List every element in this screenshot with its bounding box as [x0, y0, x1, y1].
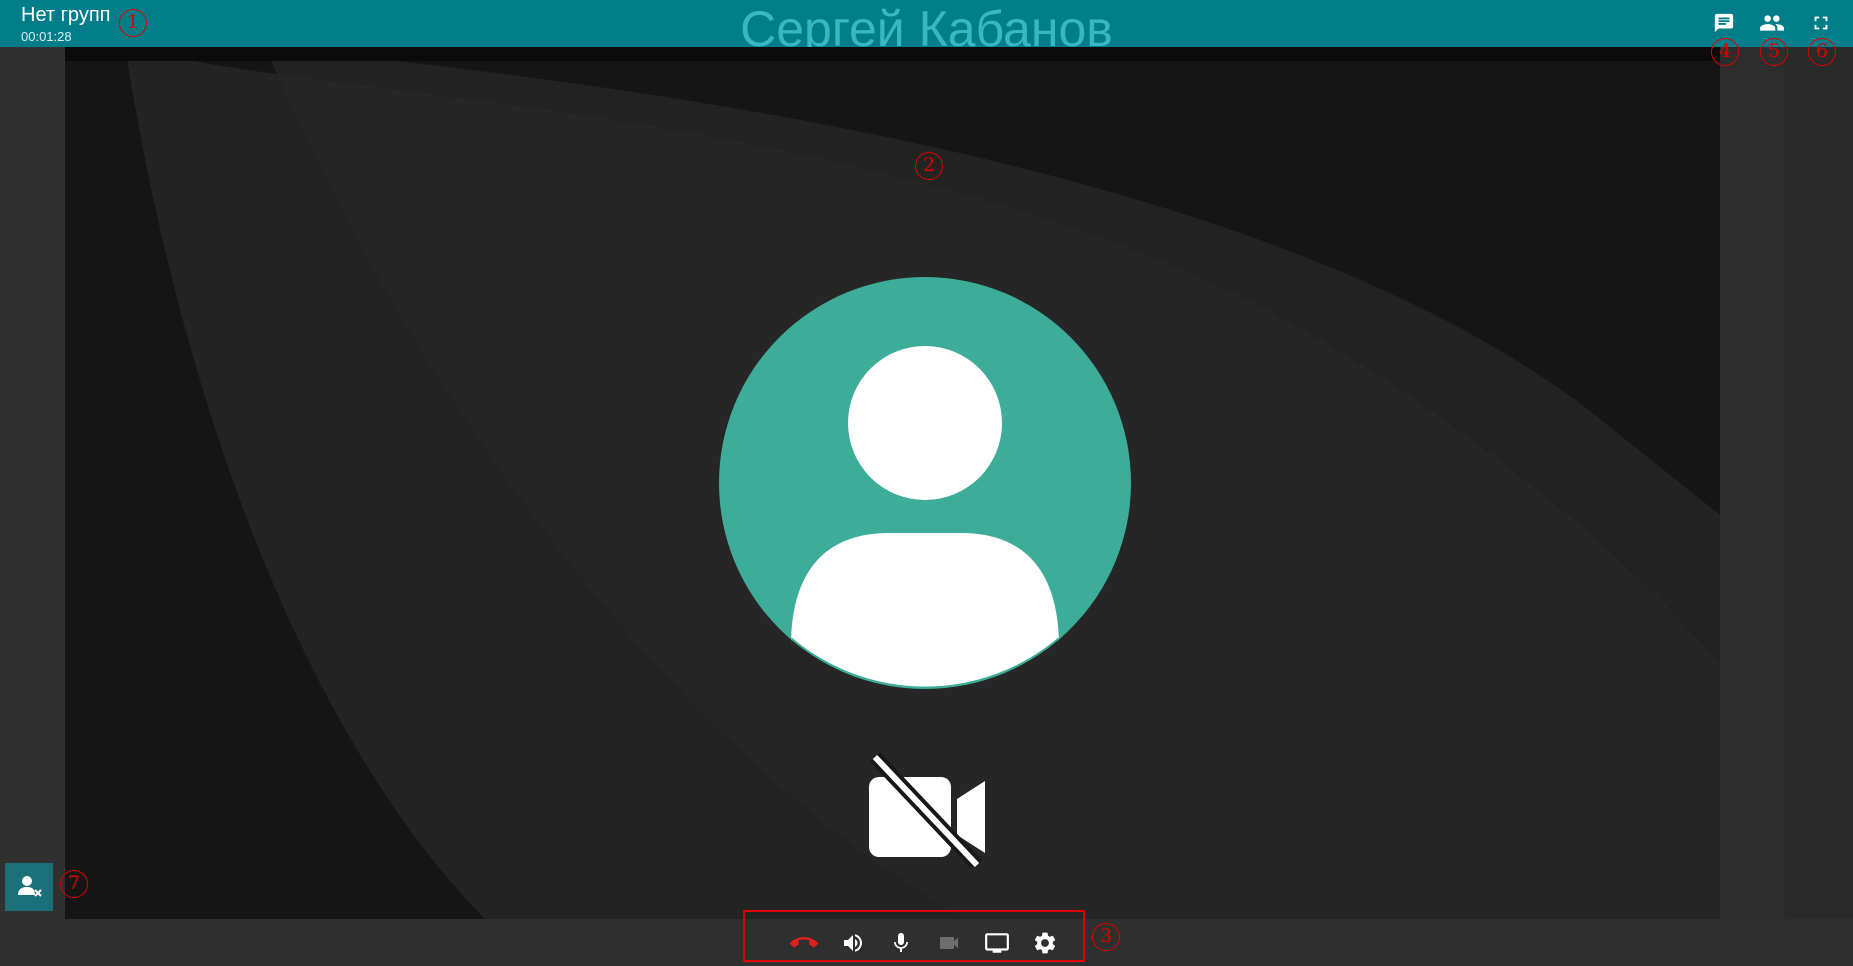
annotation-marker-4: 4 — [1711, 38, 1739, 66]
participants-icon — [1760, 15, 1784, 31]
screen-share-icon — [985, 933, 1009, 953]
chat-icon — [1714, 13, 1734, 33]
user-avatar-icon — [719, 277, 1131, 689]
participants-button[interactable] — [1757, 10, 1787, 36]
annotation-marker-1: 1 — [119, 9, 147, 37]
annotation-marker-7: 7 — [60, 870, 88, 898]
settings-icon — [1034, 932, 1056, 954]
camera-off-icon — [869, 753, 985, 867]
remove-user-icon — [18, 876, 42, 897]
speaker-icon — [844, 934, 862, 952]
group-title: Нет групп — [21, 4, 111, 26]
call-timer: 00:01:28 — [21, 29, 72, 44]
chat-button[interactable] — [1709, 10, 1739, 36]
right-side-panel — [1785, 47, 1853, 919]
remove-user-button[interactable] — [5, 863, 53, 911]
annotation-marker-5: 5 — [1760, 38, 1788, 66]
microphone-icon — [894, 933, 908, 952]
settings-button[interactable] — [1030, 928, 1060, 958]
annotation-marker-2: 2 — [915, 152, 943, 180]
speaker-button[interactable] — [838, 928, 868, 958]
fullscreen-button[interactable] — [1806, 10, 1836, 36]
annotation-marker-6: 6 — [1808, 38, 1836, 66]
camera-button[interactable] — [934, 928, 964, 958]
hang-up-icon — [790, 937, 818, 948]
annotation-marker-3: 3 — [1092, 923, 1120, 951]
microphone-button[interactable] — [886, 928, 916, 958]
camera-icon — [940, 937, 958, 949]
screen-share-button[interactable] — [982, 928, 1012, 958]
call-header: Сергей Кабанов Нет групп 00:01:28 — [0, 0, 1853, 57]
hang-up-button[interactable] — [789, 928, 819, 958]
left-side-panel — [0, 47, 65, 919]
fullscreen-icon — [1814, 16, 1828, 30]
